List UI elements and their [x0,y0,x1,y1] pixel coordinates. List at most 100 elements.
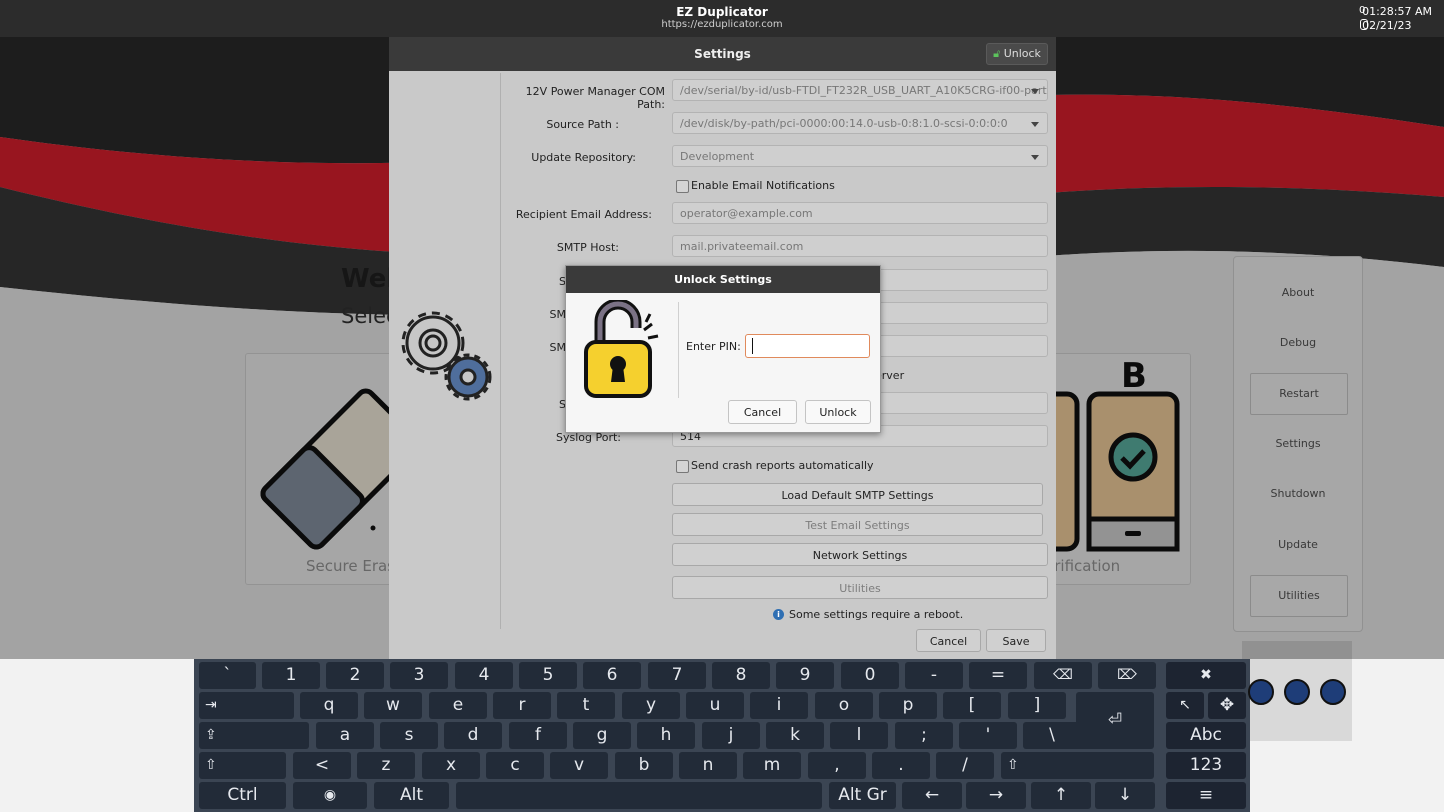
enable-email-label: Enable Email Notifications [691,179,835,192]
key-t[interactable]: t [557,692,615,719]
smtp-password-label: SM [549,341,566,354]
arrow-down-icon[interactable]: ↓ [1095,782,1155,809]
key-p[interactable]: p [879,692,937,719]
key-1[interactable]: 1 [262,662,320,689]
key-b[interactable]: b [615,752,673,779]
app-url: https://ezduplicator.com [661,19,783,30]
crash-reports-checkbox[interactable] [676,460,689,473]
delete-icon[interactable]: ⌦ [1098,662,1156,689]
pointer-icon[interactable]: ↖ [1166,692,1204,719]
shift-left-icon[interactable]: ⇧ [199,752,286,779]
move-icon[interactable]: ✥ [1208,692,1246,719]
utilities-button[interactable]: Utilities [672,576,1048,599]
key-x[interactable]: x [422,752,480,779]
key-r[interactable]: r [493,692,551,719]
settings-cancel-button[interactable]: Cancel [916,629,981,652]
text-cursor [752,338,753,354]
key-0[interactable]: 0 [841,662,899,689]
key-8[interactable]: 8 [712,662,770,689]
key-u[interactable]: u [686,692,744,719]
backspace-icon[interactable]: ⌫ [1034,662,1092,689]
key-o[interactable]: o [815,692,873,719]
key-e[interactable]: e [429,692,487,719]
key-l[interactable]: l [830,722,888,749]
arrow-left-icon[interactable]: ← [902,782,962,809]
on-screen-keyboard: ` 1 2 3 4 5 6 7 8 9 0 - = ⌫ ⌦ ✖ ⇥ q w e … [194,659,1250,812]
key-2[interactable]: 2 [326,662,384,689]
test-email-button[interactable]: Test Email Settings [672,513,1043,536]
key-backslash[interactable]: \ [1023,722,1081,749]
key-backtick[interactable]: ` [199,662,256,689]
dialog-cancel-button[interactable]: Cancel [728,400,797,424]
source-path-dropdown[interactable]: /dev/disk/by-path/pci-0000:00:14.0-usb-0… [672,112,1048,134]
key-m[interactable]: m [743,752,801,779]
key-alt-gr[interactable]: Alt Gr [829,782,896,809]
key-w[interactable]: w [364,692,422,719]
dialog-unlock-button[interactable]: Unlock [805,400,871,424]
dialog-header: Unlock Settings [566,266,880,293]
key-slash[interactable]: / [936,752,994,779]
key-j[interactable]: j [702,722,760,749]
shift-right-icon[interactable]: ⇧ [1001,752,1154,779]
key-g[interactable]: g [573,722,631,749]
key-i[interactable]: i [750,692,808,719]
key-alt[interactable]: Alt [374,782,449,809]
enable-email-checkbox[interactable] [676,180,689,193]
load-default-smtp-button[interactable]: Load Default SMTP Settings [672,483,1043,506]
key-period[interactable]: . [872,752,930,779]
settings-header: Settings 🔓︎ Unlock [389,37,1056,71]
key-d[interactable]: d [444,722,502,749]
key-c[interactable]: c [486,752,544,779]
power-manager-dropdown[interactable]: /dev/serial/by-id/usb-FTDI_FT232R_USB_UA… [672,79,1048,101]
key-space[interactable] [456,782,822,809]
key-n[interactable]: n [679,752,737,779]
key-h[interactable]: h [637,722,695,749]
key-5[interactable]: 5 [519,662,577,689]
settings-save-button[interactable]: Save [986,629,1046,652]
open-padlock-icon [584,300,659,398]
key-a[interactable]: a [316,722,374,749]
key-left-bracket[interactable]: [ [943,692,1001,719]
key-f[interactable]: f [509,722,567,749]
key-3[interactable]: 3 [390,662,448,689]
key-equals[interactable]: = [969,662,1027,689]
caps-lock-icon[interactable]: ⇪ [199,722,309,749]
key-s[interactable]: s [380,722,438,749]
update-repo-dropdown[interactable]: Development [672,145,1048,167]
dialog-title: Unlock Settings [674,273,772,286]
key-4[interactable]: 4 [455,662,513,689]
layout-abc-key[interactable]: Abc [1166,722,1246,749]
key-9[interactable]: 9 [776,662,834,689]
key-right-bracket[interactable]: ] [1008,692,1066,719]
key-ctrl[interactable]: Ctrl [199,782,286,809]
key-v[interactable]: v [550,752,608,779]
smtp-host-input[interactable]: mail.privateemail.com [672,235,1048,257]
header-unlock-button[interactable]: 🔓︎ Unlock [986,43,1048,65]
crash-reports-label: Send crash reports automatically [691,459,874,472]
key-semicolon[interactable]: ; [895,722,953,749]
layout-123-key[interactable]: 123 [1166,752,1246,779]
key-minus[interactable]: - [905,662,963,689]
key-less-than[interactable]: < [293,752,351,779]
keyboard-menu-icon[interactable]: ≡ [1166,782,1246,809]
key-comma[interactable]: , [808,752,866,779]
key-y[interactable]: y [622,692,680,719]
key-7[interactable]: 7 [648,662,706,689]
recipient-input[interactable]: operator@example.com [672,202,1048,224]
chevron-down-icon [1031,155,1039,160]
key-q[interactable]: q [300,692,358,719]
key-k[interactable]: k [766,722,824,749]
dot-icon [1284,679,1310,705]
network-settings-button[interactable]: Network Settings [672,543,1048,566]
key-z[interactable]: z [357,752,415,779]
tab-icon[interactable]: ⇥ [199,692,294,719]
power-manager-value: /dev/serial/by-id/usb-FTDI_FT232R_USB_UA… [680,84,1048,97]
key-6[interactable]: 6 [583,662,641,689]
key-quote[interactable]: ' [959,722,1017,749]
arrow-up-icon[interactable]: ↑ [1031,782,1091,809]
enter-icon[interactable]: ⏎ [1076,692,1154,749]
settings-wheel-icon[interactable]: ◉ [293,782,367,809]
pin-input[interactable] [745,334,870,358]
close-keyboard-icon[interactable]: ✖ [1166,662,1246,689]
arrow-right-icon[interactable]: → [966,782,1026,809]
